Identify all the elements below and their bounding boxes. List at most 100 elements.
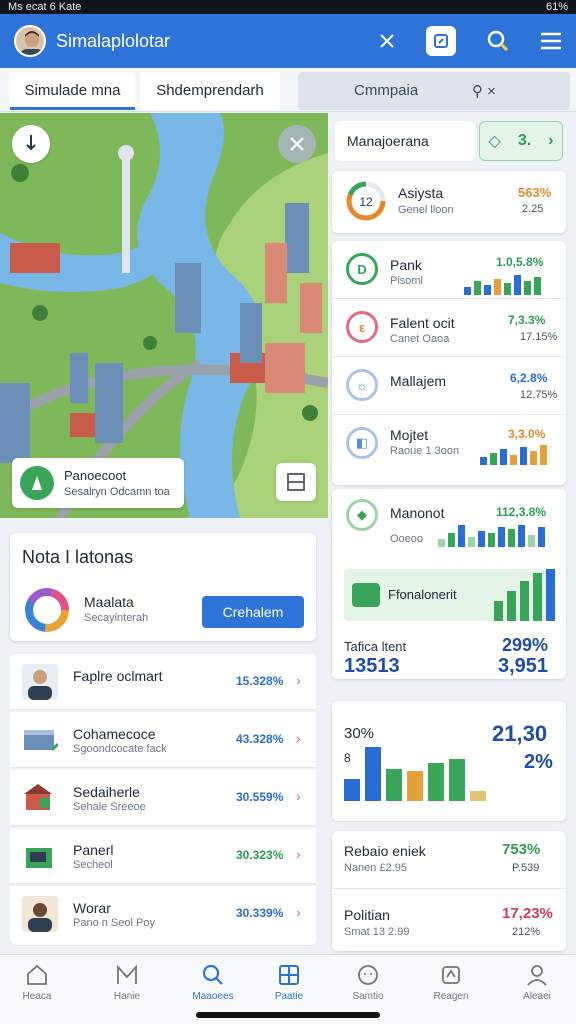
person-thumbnail bbox=[22, 896, 58, 932]
highlight-label: Ffonalonerit bbox=[388, 587, 457, 602]
row-value: 17,23% bbox=[502, 905, 553, 922]
nav-item-home[interactable]: Heaca bbox=[2, 963, 72, 1002]
tab-search[interactable]: Cmmpaia bbox=[298, 72, 570, 110]
map-close-icon[interactable] bbox=[278, 125, 316, 163]
nota-card: Nota I latonas Maalata Secayinterah Creh… bbox=[10, 533, 316, 641]
row-title: Manonot bbox=[390, 505, 445, 521]
row-sub: Ooeoo bbox=[390, 533, 424, 545]
row-title: Pank bbox=[390, 257, 422, 273]
row-sub: Raoue 1 3oon bbox=[390, 445, 460, 457]
layers-icon[interactable] bbox=[276, 463, 316, 501]
nav-item-samtio[interactable]: Samtio bbox=[333, 963, 403, 1002]
right-panel: Manajoerana ◇ 3. › 12 Asiysta Genel lloo… bbox=[329, 113, 576, 953]
bar bbox=[478, 531, 485, 547]
bar-chart-card: 30% 8 21,30 2% bbox=[332, 701, 566, 821]
tab-bar: Simulade mna Shdemprendarh Cmmpaia ⚲ × bbox=[0, 68, 576, 170]
list-item[interactable]: Sedaiherle Sehale Sreeoe 30.559% › bbox=[10, 770, 316, 826]
bar bbox=[494, 279, 501, 295]
progress-ring-icon: 12 bbox=[346, 181, 386, 221]
bar bbox=[458, 525, 465, 547]
nav-label: Reagen bbox=[433, 991, 469, 1002]
list-item-sub: Secheol bbox=[73, 859, 113, 871]
nota-item-sub: Secayinterah bbox=[84, 612, 149, 624]
bar bbox=[480, 457, 487, 465]
home-icon bbox=[27, 964, 47, 985]
search-small-icon[interactable]: ⚲ × bbox=[472, 82, 496, 100]
bottom-nav: Heaca Hanie Maaoees Paatie Samtio Reagen… bbox=[0, 954, 576, 1024]
stat-row[interactable]: D Pank Pisoml 1.0,5.8% bbox=[332, 241, 566, 299]
map-pin-icon bbox=[20, 466, 54, 500]
nav-item-hanie[interactable]: Hanie bbox=[92, 963, 162, 1002]
bar bbox=[520, 581, 529, 621]
bar bbox=[514, 275, 521, 295]
nav-item-maaoees[interactable]: Maaoees bbox=[178, 963, 248, 1002]
chevron-right-icon: › bbox=[296, 788, 301, 804]
app-title: Simalaplolotar bbox=[56, 31, 171, 51]
list-item[interactable]: Worar Pano n Seol Poy 30.339% › bbox=[10, 886, 316, 946]
search-icon[interactable] bbox=[483, 26, 513, 56]
nav-label: Maaoees bbox=[192, 991, 234, 1002]
list-item-sub: Sehale Sreeoe bbox=[73, 801, 146, 813]
stat-row-asiysta[interactable]: 12 Asiysta Genel lloon 563% 2.25 bbox=[332, 171, 566, 233]
bar bbox=[530, 451, 537, 465]
nav-item-paatie[interactable]: Paatie bbox=[254, 963, 324, 1002]
stat-row[interactable]: ◧ Mojtet Raoue 1 3oon 3,3.0% bbox=[332, 415, 566, 473]
stats-left-value: 13513 bbox=[344, 655, 400, 677]
list-item-title: Sedaiherle bbox=[73, 784, 140, 800]
bar bbox=[344, 779, 360, 801]
stats-label: Tafica ltent bbox=[344, 639, 407, 654]
nota-action-button[interactable]: Crehalem bbox=[202, 596, 304, 628]
list-item-title: Cohamecoce bbox=[73, 726, 156, 742]
stat-row[interactable]: ε Falent ocit Canet Oaoa 7,3.3% 17.15% bbox=[332, 299, 566, 357]
stat-list-card: D Pank Pisoml 1.0,5.8% ε Falent ocit Can… bbox=[332, 241, 566, 485]
stats-right-pct: 299% bbox=[502, 635, 549, 655]
bar bbox=[507, 591, 516, 621]
list-item[interactable]: Faplre oclmart 15.328% › bbox=[10, 654, 316, 710]
row-title: Mallajem bbox=[390, 373, 447, 389]
highlight-banner[interactable]: Ffonalonerit bbox=[344, 569, 556, 621]
chevron-right-icon: › bbox=[548, 132, 554, 149]
main-bar-chart bbox=[344, 739, 486, 801]
stat-row[interactable]: Politian Smat 13 2.99 17,23% 212% bbox=[332, 889, 566, 949]
ring-icon: ☼ bbox=[346, 369, 378, 401]
avatar[interactable] bbox=[14, 25, 46, 57]
row-title: Asiysta bbox=[398, 185, 444, 201]
list-item-value: 30.339% bbox=[236, 906, 284, 920]
row-value: 563% bbox=[518, 185, 552, 200]
app-bar: Simalaplolotar bbox=[0, 14, 576, 68]
menu-icon[interactable] bbox=[536, 26, 566, 56]
house-thumbnail bbox=[24, 784, 52, 810]
row-sub: Genel lloon bbox=[398, 204, 454, 216]
city-map[interactable]: Panoecoot Sesalryn Odcamn toa bbox=[0, 113, 328, 518]
stat-row[interactable]: ◆ Manonot Ooeoo 112,3.8% bbox=[332, 489, 566, 555]
tab-shdemprendarh[interactable]: Shdemprendarh bbox=[140, 72, 280, 110]
list-item[interactable]: Panerl Secheol 30.323% › bbox=[10, 828, 316, 884]
nota-item-title: Maalata bbox=[84, 594, 134, 610]
stat-row[interactable]: Rebaio eniek Nanen £2.95 753% P.539 bbox=[332, 831, 566, 889]
bar bbox=[407, 771, 423, 801]
bar bbox=[449, 759, 465, 801]
tab-simulade[interactable]: Simulade mna bbox=[10, 72, 135, 110]
row-value: 753% bbox=[502, 841, 541, 858]
nav-item-aleaei[interactable]: Aleaei bbox=[502, 963, 572, 1002]
nav-label: Aleaei bbox=[523, 991, 551, 1002]
map-info-card[interactable]: Panoecoot Sesalryn Odcamn toa bbox=[12, 458, 184, 508]
edit-icon[interactable] bbox=[426, 26, 456, 56]
row-title: Falent ocit bbox=[390, 315, 455, 331]
panel-header-badge[interactable]: ◇ 3. › bbox=[479, 121, 563, 161]
bar bbox=[490, 453, 497, 465]
stat-row[interactable]: ☼ Mallajem 6,2.8% 12.75% bbox=[332, 357, 566, 415]
bar bbox=[510, 455, 517, 465]
badge-value: 3. bbox=[517, 132, 532, 149]
donut-icon bbox=[25, 588, 69, 632]
nav-item-reagen[interactable]: Reagen bbox=[416, 963, 486, 1002]
compass-icon[interactable] bbox=[12, 125, 50, 163]
nav-label: Paatie bbox=[274, 991, 304, 1002]
row-sub-value: 2.25 bbox=[522, 203, 544, 215]
close-icon[interactable] bbox=[372, 26, 402, 56]
stat-list-card-2: ◆ Manonot Ooeoo 112,3.8% Ffonalonerit Ta… bbox=[332, 489, 566, 679]
building-thumbnail bbox=[24, 730, 58, 752]
bar bbox=[474, 281, 481, 295]
list-item[interactable]: Cohamecoce Sgoondcocate fack 43.328% › bbox=[10, 712, 316, 768]
bar bbox=[468, 537, 475, 547]
